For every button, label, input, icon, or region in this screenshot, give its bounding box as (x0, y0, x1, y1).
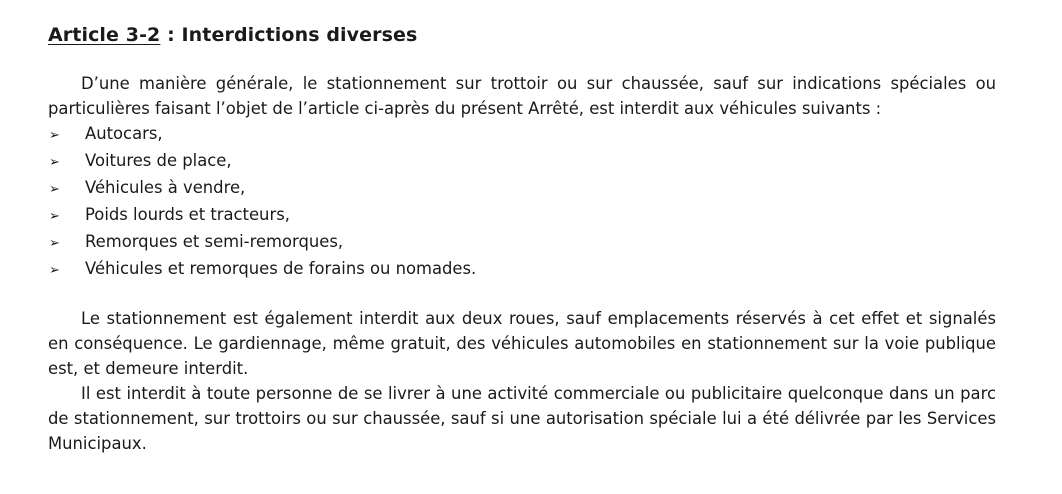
article-number: Article 3-2 (48, 24, 161, 46)
heading-separator: : (160, 24, 182, 46)
list-item-text: Véhicules à vendre, (85, 178, 246, 197)
vehicle-list: ➢ Autocars, ➢ Voitures de place, ➢ Véhicule… (48, 121, 996, 283)
list-item-text: Remorques et semi-remorques, (85, 232, 344, 251)
list-item-text: Autocars, (85, 124, 163, 143)
list-item: ➢ Remorques et semi-remorques, (48, 229, 996, 256)
arrowhead-bullet-icon: ➢ (49, 236, 60, 251)
commercial-activity-paragraph: Il est interdit à toute personne de se l… (48, 384, 996, 453)
arrowhead-bullet-icon: ➢ (49, 128, 60, 143)
document-page: Article 3-2 : Interdictions diverses D’u… (48, 22, 996, 456)
intro-paragraph: D’une manière générale, le stationnement… (48, 74, 996, 118)
two-wheelers-paragraph: Le stationnement est également interdit … (48, 309, 996, 378)
arrowhead-bullet-icon: ➢ (49, 155, 60, 170)
list-item-text: Poids lourds et tracteurs, (85, 205, 290, 224)
arrowhead-bullet-icon: ➢ (49, 182, 60, 197)
article-title: Interdictions diverses (181, 24, 418, 46)
list-item: ➢ Autocars, (48, 121, 996, 148)
arrowhead-bullet-icon: ➢ (49, 263, 60, 278)
list-item: ➢ Poids lourds et tracteurs, (48, 202, 996, 229)
list-item: ➢ Véhicules à vendre, (48, 175, 996, 202)
list-item-text: Véhicules et remorques de forains ou nom… (85, 259, 477, 278)
list-item: ➢ Voitures de place, (48, 148, 996, 175)
list-item: ➢ Véhicules et remorques de forains ou no… (48, 256, 996, 283)
article-heading: Article 3-2 : Interdictions diverses (48, 22, 996, 48)
list-item-text: Voitures de place, (85, 151, 232, 170)
arrowhead-bullet-icon: ➢ (49, 209, 60, 224)
